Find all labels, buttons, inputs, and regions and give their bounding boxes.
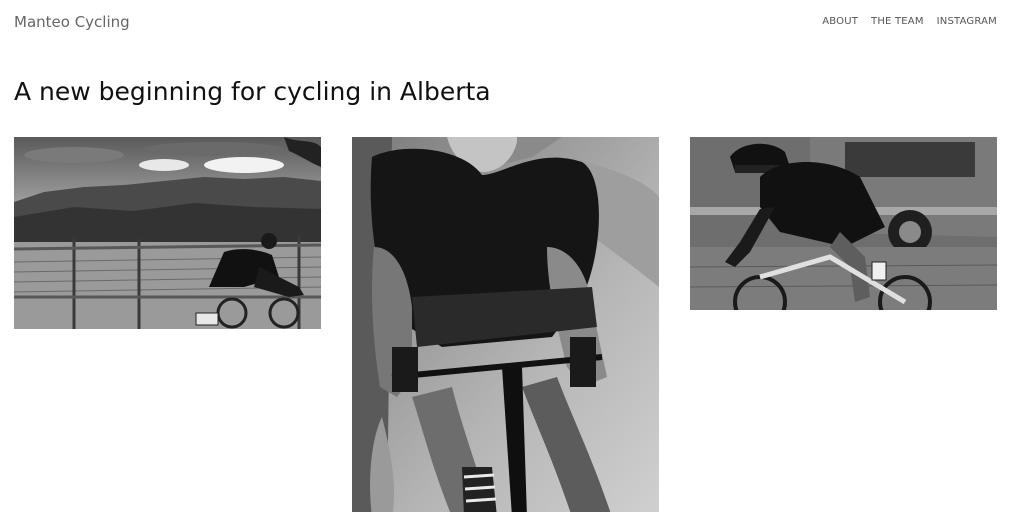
nav-instagram[interactable]: INSTAGRAM xyxy=(937,16,997,27)
page-headline: A new beginning for cycling in Alberta xyxy=(14,77,491,106)
gallery-photo-vineyard[interactable] xyxy=(14,137,321,329)
site-title[interactable]: Manteo Cycling xyxy=(14,13,130,31)
photo-closeup-image xyxy=(352,137,659,512)
nav-the-team[interactable]: THE TEAM xyxy=(871,16,924,27)
nav-about[interactable]: ABOUT xyxy=(822,16,858,27)
photo-truck-image xyxy=(690,137,997,310)
main-nav: ABOUT THE TEAM INSTAGRAM xyxy=(822,16,997,27)
gallery-photo-closeup[interactable] xyxy=(352,137,659,512)
gallery-photo-truck[interactable] xyxy=(690,137,997,310)
photo-vineyard-image xyxy=(14,137,321,329)
